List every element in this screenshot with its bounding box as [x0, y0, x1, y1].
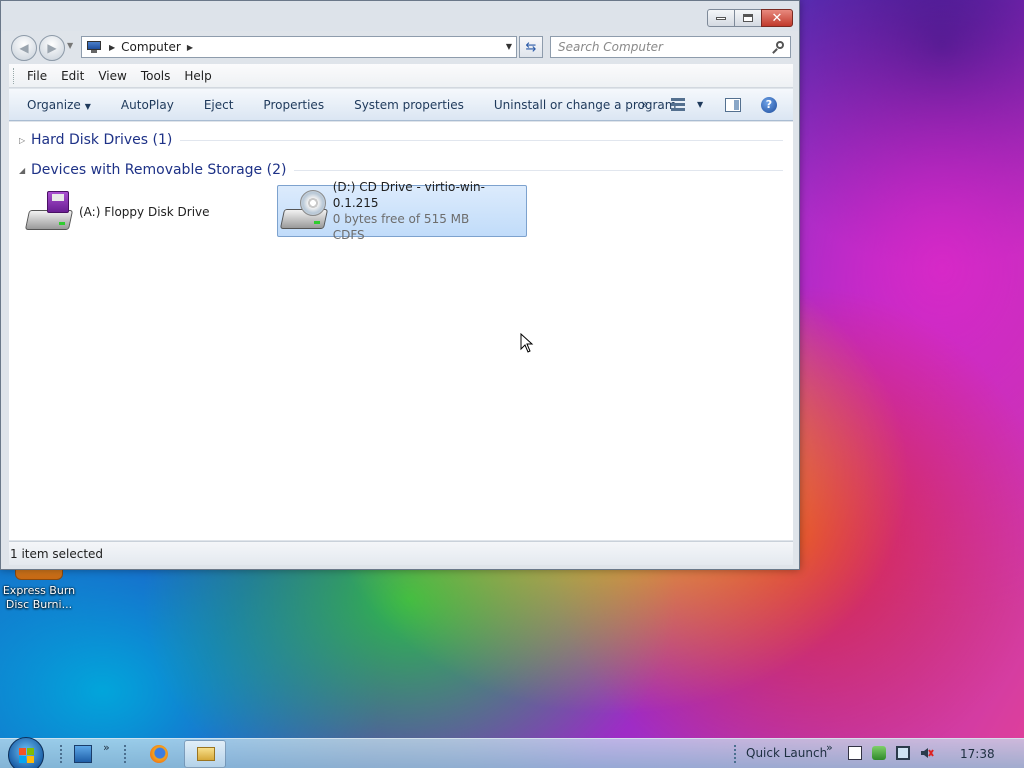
taskbar-grip[interactable] — [60, 745, 64, 763]
document-tray-icon[interactable] — [848, 746, 862, 760]
group-title: Devices with Removable Storage (2) — [31, 162, 287, 178]
search-icon[interactable] — [772, 41, 784, 54]
autoplay-button[interactable]: AutoPlay — [121, 98, 174, 112]
close-icon: ✕ — [771, 10, 783, 26]
organize-button[interactable]: Organize ▼ — [27, 98, 91, 112]
toolbar-chevron-icon[interactable]: » — [826, 741, 833, 754]
refresh-button[interactable]: ⇆ — [519, 36, 543, 58]
collapse-triangle-icon[interactable]: ◢ — [19, 166, 31, 175]
desktop-icon-label: Express Burn Disc Burni... — [2, 584, 76, 611]
address-row: ◀ ▶ ▼ ▶ Computer ▶ ▼ ⇆ — [1, 31, 799, 63]
status-bar: 1 item selected — [9, 541, 793, 565]
menu-view[interactable]: View — [98, 69, 126, 83]
menu-help[interactable]: Help — [184, 69, 211, 83]
drive-tile-cd[interactable]: (D:) CD Drive - virtio-win-0.1.215 0 byt… — [277, 180, 527, 242]
minimize-icon — [716, 16, 726, 20]
title-bar[interactable]: ✕ — [1, 1, 799, 31]
maximize-icon — [743, 14, 753, 22]
menu-bar: File Edit View Tools Help — [9, 64, 793, 88]
show-desktop-icon[interactable] — [74, 745, 92, 763]
more-commands-button[interactable]: » — [641, 97, 648, 111]
address-dropdown-icon[interactable]: ▼ — [506, 42, 512, 51]
quick-launch-label[interactable]: Quick Launch — [746, 746, 827, 760]
search-input[interactable] — [558, 40, 758, 54]
command-bar: Organize ▼ AutoPlay Eject Properties Syst… — [9, 89, 793, 121]
drive-tile-floppy[interactable]: (A:) Floppy Disk Drive — [23, 186, 263, 238]
menu-file[interactable]: File — [27, 69, 47, 83]
recent-pages-dropdown[interactable]: ▼ — [67, 41, 73, 50]
drive-name: (D:) CD Drive - virtio-win-0.1.215 — [332, 180, 485, 210]
quick-launch-chevron-icon[interactable]: » — [103, 741, 110, 754]
preview-pane-icon[interactable] — [725, 98, 741, 112]
caption-buttons: ✕ — [707, 9, 793, 27]
group-header-removable-storage[interactable]: ◢ Devices with Removable Storage (2) — [19, 162, 783, 178]
folder-icon — [197, 747, 215, 761]
forward-arrow-icon: ▶ — [47, 41, 57, 55]
system-properties-button[interactable]: System properties — [354, 98, 464, 112]
view-options-dropdown-icon[interactable]: ▼ — [697, 100, 703, 109]
group-header-hard-disk-drives[interactable]: ▷ Hard Disk Drives (1) — [19, 132, 783, 148]
content-area[interactable]: ▷ Hard Disk Drives (1) ◢ Devices with Re… — [9, 122, 793, 540]
help-icon[interactable]: ? — [761, 97, 777, 113]
status-text: 1 item selected — [10, 546, 104, 561]
taskbar-explorer-button[interactable] — [184, 740, 226, 768]
group-divider — [294, 169, 783, 171]
computer-icon — [87, 41, 103, 53]
group-divider — [180, 139, 783, 141]
security-shield-icon[interactable] — [872, 746, 886, 760]
menu-grip — [13, 67, 17, 84]
breadcrumb-chevron-icon[interactable]: ▶ — [109, 43, 115, 52]
drive-space: 0 bytes free of 515 MB — [332, 212, 470, 226]
breadcrumb-chevron-icon[interactable]: ▶ — [187, 43, 193, 52]
explorer-window: ✕ ◀ ▶ ▼ ▶ Computer ▶ ▼ ⇆ File Edit View … — [0, 0, 800, 570]
minimize-button[interactable] — [707, 9, 735, 27]
change-view-icon[interactable] — [671, 98, 685, 112]
menu-edit[interactable]: Edit — [61, 69, 84, 83]
taskbar: » Quick Launch » 17:38 — [0, 737, 1024, 768]
breadcrumb-computer[interactable]: Computer — [121, 40, 181, 54]
network-icon[interactable] — [896, 746, 910, 760]
back-button[interactable]: ◀ — [11, 35, 37, 61]
close-button[interactable]: ✕ — [761, 9, 793, 27]
search-box[interactable] — [550, 36, 791, 58]
clock[interactable]: 17:38 — [960, 747, 995, 761]
speaker-muted-icon[interactable] — [920, 746, 934, 760]
menu-tools[interactable]: Tools — [141, 69, 171, 83]
chevron-down-icon: ▼ — [84, 101, 91, 111]
group-title: Hard Disk Drives (1) — [31, 132, 173, 148]
drive-filesystem: CDFS — [332, 228, 365, 242]
address-bar[interactable]: ▶ Computer ▶ ▼ — [81, 36, 517, 58]
mouse-pointer-icon — [520, 333, 534, 353]
windows-logo-icon — [19, 748, 35, 764]
uninstall-program-button[interactable]: Uninstall or change a program — [494, 98, 677, 112]
back-arrow-icon: ◀ — [19, 41, 29, 55]
floppy-drive-icon — [23, 188, 75, 236]
cd-drive-icon — [278, 187, 329, 235]
drive-name: (A:) Floppy Disk Drive — [79, 205, 210, 219]
refresh-icon: ⇆ — [525, 39, 537, 55]
maximize-button[interactable] — [734, 9, 762, 27]
taskbar-grip[interactable] — [734, 745, 738, 763]
eject-button[interactable]: Eject — [204, 98, 234, 112]
start-button[interactable] — [8, 737, 44, 768]
taskbar-grip[interactable] — [124, 745, 128, 763]
forward-button[interactable]: ▶ — [39, 35, 65, 61]
firefox-icon[interactable] — [150, 745, 168, 763]
organize-label: Organize — [27, 97, 81, 112]
properties-button[interactable]: Properties — [263, 98, 324, 112]
expand-triangle-icon[interactable]: ▷ — [19, 136, 31, 145]
